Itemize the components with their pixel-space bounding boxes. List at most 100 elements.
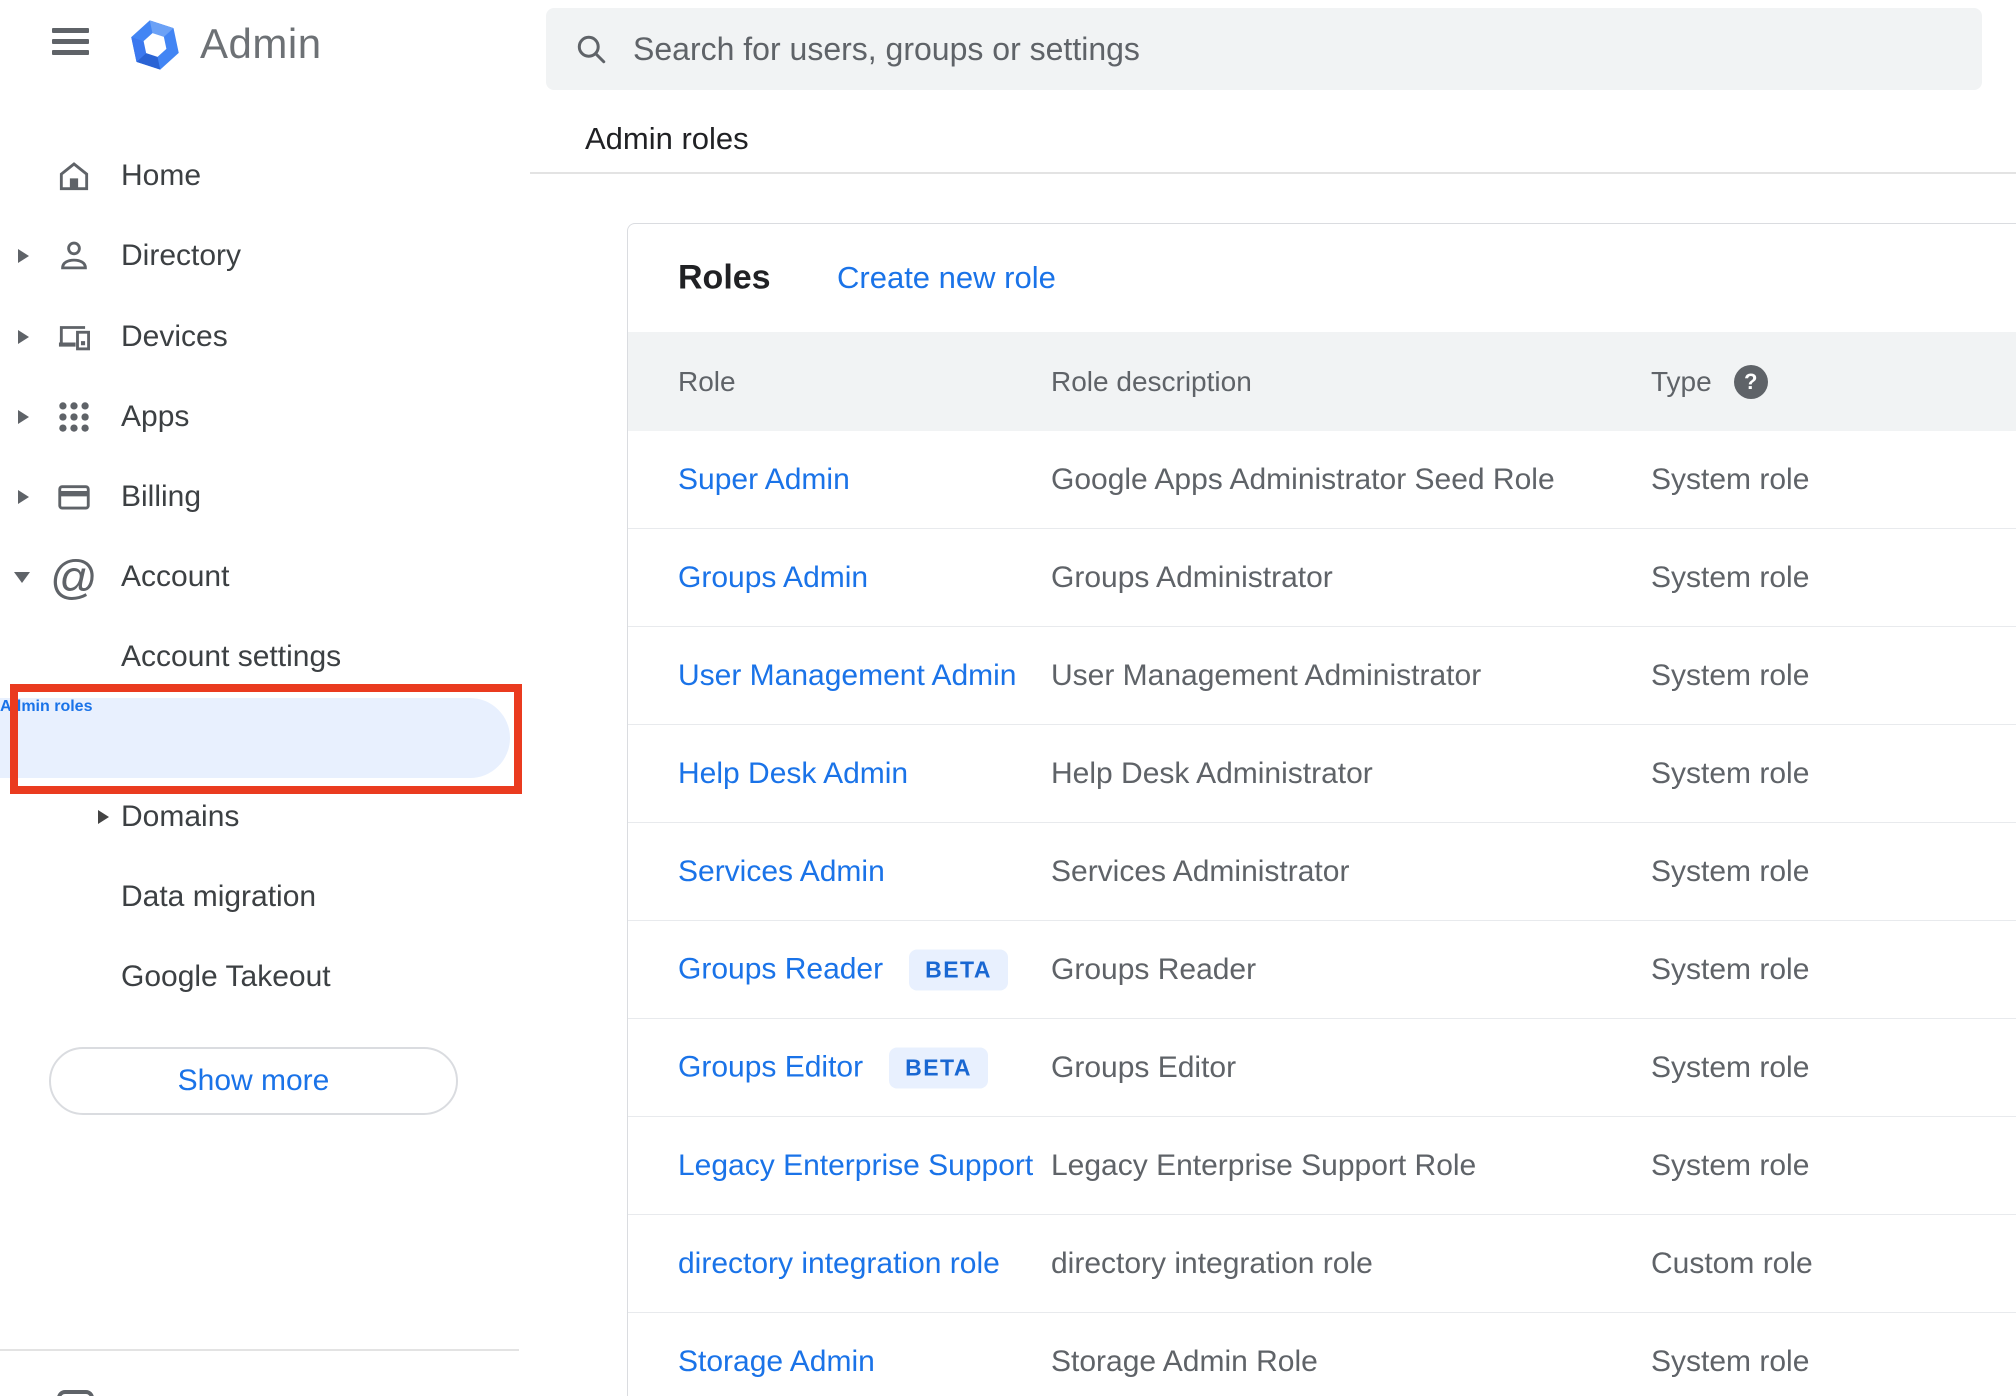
expand-arrow-icon[interactable]	[18, 330, 29, 344]
beta-badge: BETA	[889, 1047, 988, 1088]
column-header-type: Type ?	[1651, 364, 1768, 399]
role-description-cell: Storage Admin Role	[1051, 1344, 1318, 1378]
sidebar-item-admin-roles-selected[interactable]: Admin roles	[0, 698, 510, 778]
role-description-cell: directory integration role	[1051, 1246, 1373, 1280]
devices-icon	[58, 326, 90, 351]
role-link[interactable]: Super Admin	[678, 463, 850, 497]
role-type-cell: System role	[1651, 1050, 1810, 1084]
roles-table-body: Super Admin Google Apps Administrator Se…	[628, 431, 2016, 1396]
role-cell: Groups Reader BETA	[678, 949, 1009, 990]
sidebar-item-label: Google Takeout	[121, 960, 331, 993]
table-row: Storage Admin Storage Admin Role System …	[628, 1313, 2016, 1396]
search-icon	[577, 35, 606, 64]
expand-arrow-icon[interactable]	[18, 249, 29, 263]
role-description-cell: Groups Reader	[1051, 952, 1257, 986]
role-description-cell: Groups Administrator	[1051, 560, 1333, 594]
table-row: directory integration role directory int…	[628, 1215, 2016, 1313]
sidebar-item-label: Data migration	[121, 880, 317, 913]
role-description-cell: Services Administrator	[1051, 854, 1350, 888]
sidebar-item-devices[interactable]: Devices	[0, 297, 530, 377]
hamburger-menu-icon[interactable]	[45, 20, 97, 64]
help-icon[interactable]: ?	[1733, 364, 1768, 399]
sidebar-item-account-settings[interactable]: Account settings	[0, 617, 530, 697]
create-new-role-link[interactable]: Create new role	[837, 260, 1056, 296]
role-link[interactable]: User Management Admin	[678, 659, 1017, 693]
sidebar-item-directory[interactable]: Directory	[0, 216, 530, 296]
role-type-cell: System role	[1651, 756, 1810, 790]
role-link[interactable]: Services Admin	[678, 855, 885, 889]
admin-console-page: Admin Home Directory Devices Apps Billin…	[0, 0, 2016, 1396]
expand-arrow-icon[interactable]	[18, 490, 29, 504]
role-cell: Super Admin	[678, 463, 850, 497]
sidebar-item-label: Account	[121, 560, 230, 593]
role-type-cell: Custom role	[1651, 1246, 1813, 1280]
sidebar-item-label: Devices	[121, 320, 228, 353]
role-description-cell: Groups Editor	[1051, 1050, 1237, 1084]
role-link[interactable]: Help Desk Admin	[678, 757, 908, 791]
sidebar-item-domains[interactable]: Domains	[0, 777, 530, 857]
table-row: Services Admin Services Administrator Sy…	[628, 823, 2016, 921]
show-more-button[interactable]: Show more	[49, 1047, 458, 1115]
sidebar-item-label: Home	[121, 159, 202, 192]
sidebar-item-billing[interactable]: Billing	[0, 457, 530, 537]
sidebar-item-home[interactable]: Home	[0, 136, 530, 216]
role-description-cell: Legacy Enterprise Support Role	[1051, 1148, 1477, 1182]
at-sign-icon: @	[50, 550, 98, 604]
app-title: Admin	[200, 20, 322, 67]
sidebar: Admin Home Directory Devices Apps Billin…	[0, 0, 530, 1396]
role-type-cell: System role	[1651, 952, 1810, 986]
role-cell: Help Desk Admin	[678, 757, 908, 791]
table-row: User Management Admin User Management Ad…	[628, 627, 2016, 725]
table-row: Groups Reader BETA Groups Reader System …	[628, 921, 2016, 1019]
beta-badge: BETA	[909, 949, 1009, 990]
sidebar-item-label: Billing	[121, 480, 202, 513]
role-description-cell: Help Desk Administrator	[1051, 756, 1373, 790]
table-row: Legacy Enterprise Support Legacy Enterpr…	[628, 1117, 2016, 1215]
sidebar-item-google-takeout[interactable]: Google Takeout	[0, 937, 530, 1017]
role-cell: Legacy Enterprise Support	[678, 1149, 1033, 1183]
person-icon	[61, 241, 87, 270]
credit-card-icon	[58, 485, 90, 510]
role-link[interactable]: Groups Admin	[678, 561, 868, 595]
role-description-cell: Google Apps Administrator Seed Role	[1051, 462, 1555, 496]
role-link[interactable]: Groups Editor	[678, 1051, 863, 1085]
table-row: Groups Admin Groups Administrator System…	[628, 529, 2016, 627]
table-row: Help Desk Admin Help Desk Administrator …	[628, 725, 2016, 823]
role-cell: directory integration role	[678, 1247, 1000, 1281]
table-row: Super Admin Google Apps Administrator Se…	[628, 431, 2016, 529]
role-type-cell: System role	[1651, 1148, 1810, 1182]
breadcrumb: Admin roles	[585, 121, 749, 156]
admin-logo-hexagon-icon	[131, 20, 179, 70]
role-type-cell: System role	[1651, 854, 1810, 888]
sidebar-item-account[interactable]: @ Account	[0, 537, 530, 617]
sidebar-divider	[0, 1349, 519, 1351]
roles-card-header: Roles Create new role	[628, 224, 2016, 332]
role-cell: Groups Editor BETA	[678, 1047, 988, 1088]
sidebar-item-apps[interactable]: Apps	[0, 377, 530, 457]
partial-bottom-icon	[57, 1390, 94, 1396]
sidebar-item-label: Admin roles	[0, 698, 93, 715]
role-link[interactable]: Groups Reader	[678, 953, 883, 987]
role-cell: Services Admin	[678, 855, 885, 889]
sidebar-item-data-migration[interactable]: Data migration	[0, 857, 530, 937]
sidebar-item-label: Directory	[121, 239, 242, 272]
table-row: Groups Editor BETA Groups Editor System …	[628, 1019, 2016, 1117]
expand-arrow-icon[interactable]	[98, 810, 109, 824]
expand-arrow-icon[interactable]	[18, 410, 29, 424]
role-cell: Groups Admin	[678, 561, 868, 595]
search-bar[interactable]	[546, 8, 1982, 90]
table-header-row: Role Role description Type ?	[628, 332, 2016, 431]
column-header-type-label: Type	[1651, 365, 1712, 397]
roles-card: Roles Create new role Role Role descript…	[627, 223, 2016, 1396]
role-link[interactable]: Legacy Enterprise Support	[678, 1149, 1033, 1183]
role-type-cell: System role	[1651, 560, 1810, 594]
role-link[interactable]: directory integration role	[678, 1247, 1000, 1281]
header-divider	[530, 172, 2016, 174]
column-header-role: Role	[678, 365, 736, 397]
role-type-cell: System role	[1651, 658, 1810, 692]
card-title: Roles	[678, 258, 771, 297]
column-header-role-description: Role description	[1051, 365, 1252, 397]
collapse-arrow-icon[interactable]	[14, 572, 30, 583]
role-link[interactable]: Storage Admin	[678, 1345, 875, 1379]
search-input[interactable]	[633, 30, 1962, 68]
